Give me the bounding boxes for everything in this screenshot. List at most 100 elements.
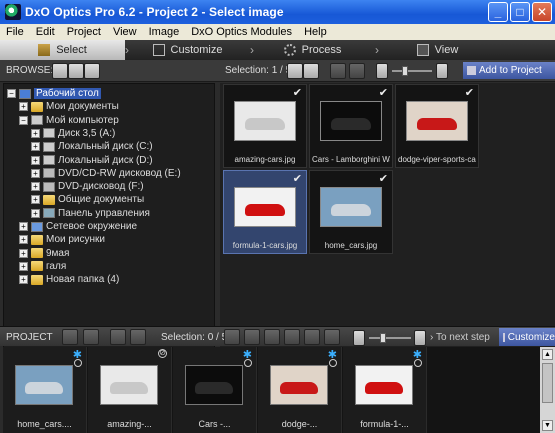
collapse-icon[interactable]: − — [19, 115, 28, 125]
filmstrip-item[interactable]: ✱ formula-1-... — [343, 347, 427, 433]
status-circle-icon — [244, 359, 252, 367]
check-icon[interactable]: ✔ — [379, 86, 388, 99]
expand-icon[interactable]: + — [31, 182, 40, 192]
check-icon[interactable]: ✔ — [465, 86, 474, 99]
maximize-button[interactable]: □ — [510, 2, 530, 22]
tree-item[interactable]: − Рабочий стол — [7, 87, 101, 100]
project-label: PROJECT — [6, 332, 53, 343]
project-thumbnail-slider[interactable] — [369, 337, 411, 339]
menu-help[interactable]: Help — [298, 26, 333, 38]
project-action-6-button[interactable] — [324, 329, 340, 345]
expand-icon[interactable]: + — [31, 155, 40, 165]
thumbnail[interactable]: ✔ amazing-cars.jpg — [223, 84, 307, 168]
tree-item[interactable]: + DVD/CD-RW дисковод (E:) — [31, 167, 181, 180]
expand-icon[interactable]: + — [31, 208, 40, 218]
expand-icon[interactable]: + — [19, 261, 28, 271]
pin-button[interactable] — [349, 63, 365, 79]
grid-small-button[interactable] — [287, 63, 303, 79]
project-slider-knob[interactable] — [380, 333, 386, 343]
check-icon[interactable]: ✔ — [379, 172, 388, 185]
collapse-icon[interactable]: − — [7, 89, 16, 98]
tree-item[interactable]: + галя — [19, 260, 66, 273]
filmstrip-scrollbar[interactable]: ▲ ▼ — [540, 347, 555, 433]
expand-icon[interactable]: + — [19, 102, 28, 112]
thumbnail-size-slider[interactable] — [392, 70, 432, 72]
tree-item-label: Рабочий стол — [34, 88, 101, 99]
list-view-button[interactable] — [68, 63, 84, 79]
tree-item[interactable]: + Локальный диск (D:) — [31, 154, 153, 167]
customize-next-button[interactable]: Customize — [499, 328, 555, 346]
tab-view[interactable]: View — [375, 40, 500, 60]
menu-file[interactable]: File — [0, 26, 30, 38]
menu-edit[interactable]: Edit — [30, 26, 61, 38]
tree-item[interactable]: + Диск 3,5 (A:) — [31, 127, 115, 140]
tree-item[interactable]: − Мой компьютер — [19, 114, 119, 127]
folder-view-button[interactable] — [52, 63, 68, 79]
tab-select-label: Select — [56, 44, 87, 56]
thumbnail[interactable]: ✔ dodge-viper-sports-car... — [395, 84, 479, 168]
tree-item[interactable]: + Новая папка (4) — [19, 273, 119, 286]
tree-item[interactable]: + Общие документы — [31, 193, 144, 206]
project-info-button[interactable] — [83, 329, 99, 345]
car-shape — [25, 382, 63, 394]
tree-item[interactable]: + Мои рисунки — [19, 233, 105, 246]
scroll-down-icon[interactable]: ▼ — [542, 420, 553, 431]
project-action-2-button[interactable] — [244, 329, 260, 345]
expand-icon[interactable]: + — [19, 275, 28, 285]
tree-item-label: Мой компьютер — [46, 114, 119, 126]
tree-item[interactable]: +9мая — [19, 247, 69, 260]
network-icon — [31, 221, 43, 232]
menu-image[interactable]: Image — [143, 26, 186, 38]
filmstrip-item[interactable]: ✱ Cars -... — [173, 347, 257, 433]
project-action-4-button[interactable] — [284, 329, 300, 345]
tab-process[interactable]: Process › — [250, 40, 379, 60]
minimize-button[interactable]: _ — [488, 2, 508, 22]
project-action-3-button[interactable] — [264, 329, 280, 345]
add-to-project-button[interactable]: Add to Project — [463, 62, 555, 79]
check-icon[interactable]: ✔ — [293, 86, 302, 99]
grid-large-button[interactable] — [303, 63, 319, 79]
tree-item[interactable]: + DVD-дисковод (F:) — [31, 180, 144, 193]
thumbnail[interactable]: ✔ Cars - Lamborghini Wal... — [309, 84, 393, 168]
tree-item[interactable]: + Мои документы — [19, 100, 119, 113]
menu-project[interactable]: Project — [61, 26, 107, 38]
tree-item-label: Локальный диск (D:) — [58, 154, 153, 166]
project-action-1-button[interactable] — [224, 329, 240, 345]
expand-icon[interactable]: + — [19, 248, 28, 258]
filmstrip-item[interactable]: ✱ dodge-... — [258, 347, 342, 433]
tree-item[interactable]: + Локальный диск (C:) — [31, 140, 153, 153]
tab-customize[interactable]: Customize › — [125, 40, 254, 60]
scroll-up-icon[interactable]: ▲ — [542, 349, 553, 360]
thumbnail[interactable]: ✔ home_cars.jpg — [309, 170, 393, 254]
project-action-5-button[interactable] — [304, 329, 320, 345]
project-pin-button[interactable] — [130, 329, 146, 345]
next-step-text: To next step — [435, 332, 490, 343]
filmstrip-item[interactable]: ⊘ amazing-... — [88, 347, 172, 433]
slider-knob[interactable] — [402, 66, 408, 76]
thumbnail[interactable]: ✔ formula-1-cars.jpg — [223, 170, 307, 254]
expand-icon[interactable]: + — [19, 235, 28, 245]
menu-view[interactable]: View — [107, 26, 143, 38]
filter-button[interactable] — [330, 63, 346, 79]
project-view-button[interactable] — [62, 329, 78, 345]
thumbnail-grid: ✔ amazing-cars.jpg ✔ Cars - Lamborghini Wal… — [220, 83, 555, 359]
expand-icon[interactable]: + — [31, 128, 40, 138]
close-button[interactable]: ✕ — [532, 2, 552, 22]
tree-item[interactable]: + Сетевое окружение — [19, 220, 137, 233]
tab-select[interactable]: Select › — [0, 40, 129, 60]
tree-item[interactable]: + Панель управления — [31, 207, 150, 220]
thumbnail-caption: dodge-viper-sports-car... — [398, 155, 476, 164]
project-filter-button[interactable] — [110, 329, 126, 345]
scroll-thumb[interactable] — [542, 363, 553, 403]
filmstrip-item[interactable]: ✱ home_cars.... — [3, 347, 87, 433]
selection-count: Selection: 1 / 5 — [225, 65, 292, 76]
expand-icon[interactable]: + — [31, 142, 40, 152]
expand-icon[interactable]: + — [31, 168, 40, 178]
tree-item-label: Локальный диск (C:) — [58, 141, 153, 153]
detail-view-button[interactable] — [84, 63, 100, 79]
menu-dxo-modules[interactable]: DxO Optics Modules — [185, 26, 298, 38]
check-icon[interactable]: ✔ — [293, 172, 302, 185]
expand-icon[interactable]: + — [31, 195, 40, 205]
tab-view-label: View — [434, 44, 459, 56]
expand-icon[interactable]: + — [19, 222, 28, 231]
